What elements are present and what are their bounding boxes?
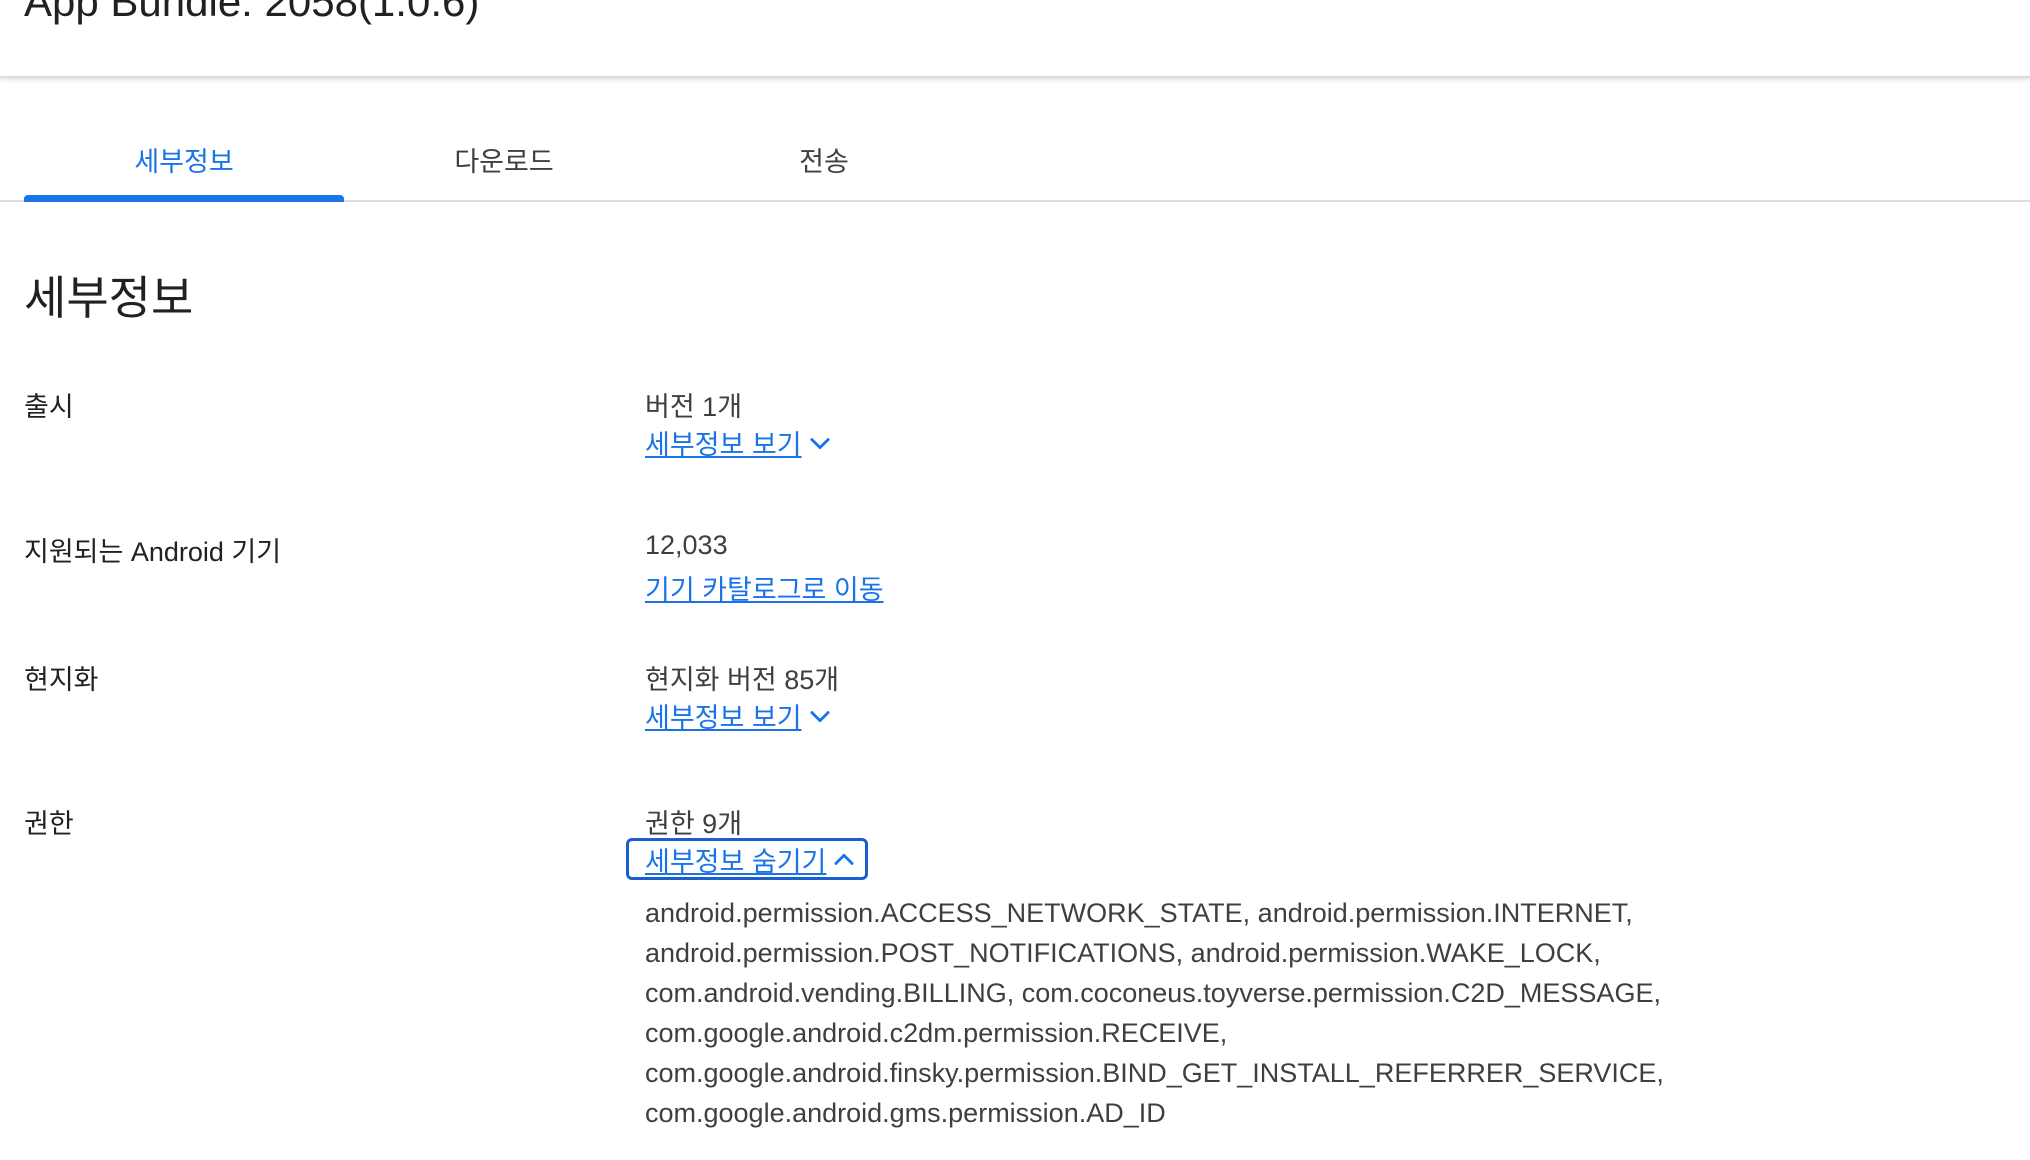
release-label: 출시 [24, 392, 74, 422]
localization-value: 현지화 버전 85개 [645, 665, 840, 695]
page-title: App Bundle: 2058(1.0.6) [24, 0, 480, 25]
localization-view-details-link[interactable]: 세부정보 보기 [645, 696, 834, 735]
section-title: 세부정보 [24, 272, 194, 324]
release-view-details-link[interactable]: 세부정보 보기 [645, 423, 834, 462]
tab-downloads[interactable]: 다운로드 [344, 118, 664, 200]
link-label: 세부정보 숨기기 [645, 847, 827, 877]
device-catalog-link[interactable]: 기기 카탈로그로 이동 [645, 568, 884, 607]
devices-value: 12,033 [645, 530, 728, 560]
app-header: App Bundle: 2058(1.0.6) [0, 0, 2030, 78]
link-label: 세부정보 보기 [645, 430, 802, 460]
tab-delivery[interactable]: 전송 [664, 118, 984, 200]
release-value: 버전 1개 [645, 392, 743, 422]
chevron-up-icon [834, 853, 854, 865]
tab-details[interactable]: 세부정보 [24, 118, 344, 202]
permissions-value: 권한 9개 [645, 809, 743, 839]
link-label: 기기 카탈로그로 이동 [645, 575, 884, 605]
tab-label: 세부정보 [134, 146, 234, 177]
permission-line: com.android.vending.BILLING, com.coconeu… [645, 978, 1661, 1008]
link-label: 세부정보 보기 [645, 703, 802, 733]
permission-line: android.permission.ACCESS_NETWORK_STATE,… [645, 898, 1633, 928]
permission-line: android.permission.POST_NOTIFICATIONS, a… [645, 938, 1601, 968]
permissions-list: android.permission.ACCESS_NETWORK_STATE,… [645, 893, 1785, 1133]
chevron-down-icon [809, 710, 830, 722]
devices-label: 지원되는 Android 기기 [24, 537, 282, 567]
permission-line: com.google.android.finsky.permission.BIN… [645, 1058, 1664, 1088]
permission-line: com.google.android.gms.permission.AD_ID [645, 1098, 1166, 1128]
localization-label: 현지화 [24, 665, 99, 695]
permissions-hide-details-link[interactable]: 세부정보 숨기기 [645, 840, 858, 879]
active-tab-indicator [24, 195, 344, 202]
permission-line: com.google.android.c2dm.permission.RECEI… [645, 1018, 1228, 1048]
tab-label: 다운로드 [454, 146, 554, 177]
tab-label: 전송 [799, 146, 849, 177]
tab-bar: 세부정보 다운로드 전송 [0, 118, 2030, 202]
permissions-label: 권한 [24, 809, 74, 839]
chevron-down-icon [809, 437, 830, 449]
